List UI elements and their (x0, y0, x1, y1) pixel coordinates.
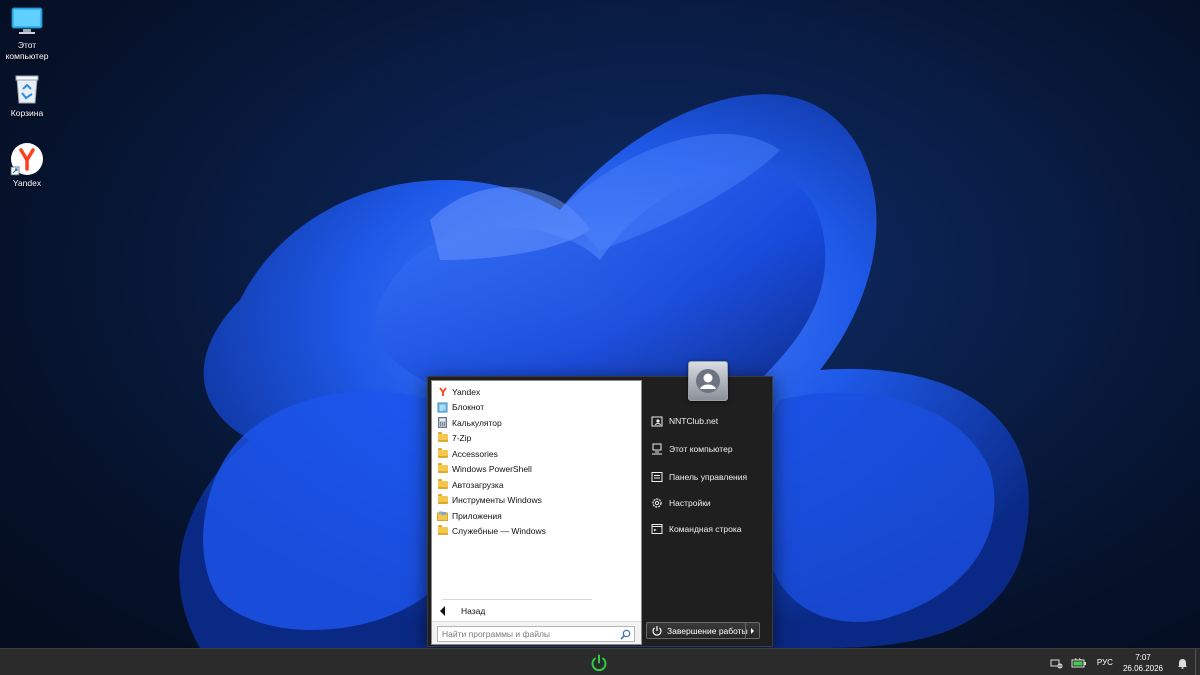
program-label: Автозагрузка (452, 479, 504, 490)
power-icon (651, 625, 663, 637)
program-label: 7-Zip (452, 433, 472, 444)
program-label: Yandex (452, 386, 481, 397)
program-label: Служебные — Windows (452, 526, 546, 537)
recycle-bin-icon (10, 72, 44, 106)
computer-icon (651, 443, 663, 455)
desktop-icon-this-pc[interactable]: Этот компьютер (0, 4, 54, 62)
notepad-icon (437, 402, 448, 413)
desktop-icon-yandex[interactable]: Yandex (0, 142, 54, 189)
terminal-icon (651, 523, 663, 535)
menu-item-settings[interactable]: Настройки (649, 494, 771, 512)
program-label: Калькулятор (452, 417, 502, 428)
clock[interactable]: 7:07 26.06.2026 (1123, 652, 1163, 674)
program-item-yandex[interactable]: Yandex (434, 384, 639, 400)
menu-item-label: NNTClub.net (669, 416, 719, 426)
desktop-icon-label: Корзина (10, 108, 44, 118)
menu-item-label: Настройки (669, 498, 711, 508)
menu-item-this-pc[interactable]: Этот компьютер (649, 440, 771, 458)
program-item-system-tools[interactable]: Служебные — Windows (434, 524, 639, 540)
menu-item-nntclub[interactable]: NNTClub.net (649, 412, 771, 430)
shutdown-button[interactable]: Завершение работы (646, 622, 760, 639)
program-item-powershell[interactable]: Windows PowerShell (434, 462, 639, 478)
desktop-icon-label: Yandex (12, 178, 42, 188)
program-item-notepad[interactable]: Блокнот (434, 400, 639, 416)
program-item-7zip[interactable]: 7-Zip (434, 431, 639, 447)
menu-item-label: Панель управления (669, 472, 748, 482)
program-item-windows-tools[interactable]: Инструменты Windows (434, 493, 639, 509)
calculator-icon (437, 417, 448, 429)
folder-icon (437, 447, 448, 459)
program-label: Приложения (452, 510, 502, 521)
menu-item-control-panel[interactable]: Панель управления (649, 468, 771, 486)
programs-pane: Yandex Блокнот Калькулятор 7-Zip Accesso… (431, 380, 642, 645)
folder-icon (437, 494, 448, 506)
start-button[interactable] (589, 653, 609, 673)
taskbar: РУС 7:07 26.06.2026 (0, 648, 1200, 675)
menu-item-label: Командная строка (669, 524, 742, 534)
desktop-icon-label: Этот компьютер (5, 40, 49, 61)
program-item-startup[interactable]: Автозагрузка (434, 477, 639, 493)
search-icon[interactable] (620, 629, 631, 640)
back-label: Назад (461, 606, 486, 616)
chevron-right-icon (751, 627, 754, 634)
folder-icon (437, 463, 448, 475)
places-pane: NNTClub.net Этот компьютер Панель управл… (644, 361, 774, 648)
folder-icon (437, 478, 448, 490)
program-item-calculator[interactable]: Калькулятор (434, 415, 639, 431)
program-label: Инструменты Windows (452, 495, 542, 506)
search-box[interactable] (437, 626, 635, 642)
program-item-apps[interactable]: Приложения (434, 508, 639, 524)
program-label: Windows PowerShell (452, 464, 532, 475)
yandex-icon (437, 386, 448, 397)
monitor-icon (10, 4, 44, 38)
user-icon (696, 369, 720, 393)
system-tray: РУС 7:07 26.06.2026 (1047, 649, 1200, 675)
desktop-icon-recycle-bin[interactable]: Корзина (0, 72, 54, 119)
shutdown-options-button[interactable] (745, 623, 759, 638)
program-label: Accessories (452, 448, 498, 459)
gear-icon (651, 497, 663, 509)
folder-icon (437, 432, 448, 444)
apps-folder-icon (437, 510, 448, 521)
notification-bell-icon[interactable] (1175, 656, 1189, 670)
start-menu: Yandex Блокнот Калькулятор 7-Zip Accesso… (427, 361, 774, 648)
folder-icon (437, 525, 448, 537)
power-icon (591, 654, 607, 672)
shutdown-label: Завершение работы (667, 625, 748, 636)
user-folder-icon (651, 415, 663, 427)
menu-item-label: Этот компьютер (669, 444, 733, 454)
back-button[interactable]: Назад (440, 603, 630, 619)
menu-item-command-prompt[interactable]: Командная строка (649, 520, 771, 538)
yandex-icon (10, 142, 44, 176)
search-area (432, 621, 641, 644)
separator (442, 599, 592, 600)
program-label: Блокнот (452, 402, 485, 413)
control-panel-icon (651, 471, 663, 483)
show-desktop-button[interactable] (1195, 649, 1200, 675)
battery-icon[interactable] (1070, 656, 1088, 670)
back-arrow-icon (440, 606, 445, 616)
language-indicator[interactable]: РУС (1097, 658, 1113, 667)
user-avatar[interactable] (688, 361, 728, 401)
search-input[interactable] (438, 627, 613, 641)
clock-date: 26.06.2026 (1122, 663, 1163, 673)
program-item-accessories[interactable]: Accessories (434, 446, 639, 462)
clock-time: 7:07 (1135, 652, 1151, 662)
network-settings-icon[interactable] (1050, 656, 1064, 670)
program-list: Yandex Блокнот Калькулятор 7-Zip Accesso… (434, 384, 639, 539)
